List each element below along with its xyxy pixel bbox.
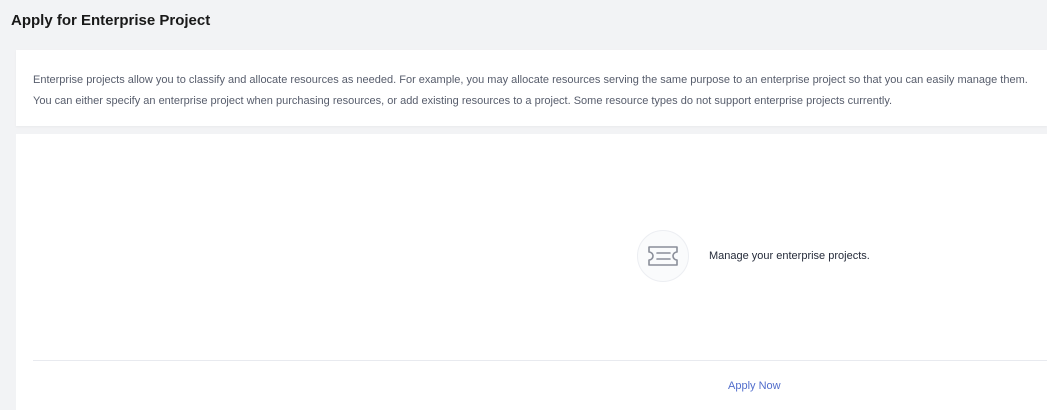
apply-now-link[interactable]: Apply Now bbox=[728, 380, 781, 392]
page-title: Apply for Enterprise Project bbox=[11, 12, 211, 29]
ticket-icon bbox=[637, 230, 689, 282]
empty-state: Manage your enterprise projects. bbox=[637, 230, 870, 282]
intro-text-line-1: Enterprise projects allow you to classif… bbox=[33, 74, 1028, 86]
enterprise-project-panel: Manage your enterprise projects. Apply N… bbox=[16, 134, 1047, 410]
intro-text-line-2: You can either specify an enterprise pro… bbox=[33, 95, 893, 107]
intro-card: Enterprise projects allow you to classif… bbox=[16, 50, 1047, 126]
divider bbox=[33, 360, 1047, 361]
empty-state-text: Manage your enterprise projects. bbox=[709, 250, 870, 262]
